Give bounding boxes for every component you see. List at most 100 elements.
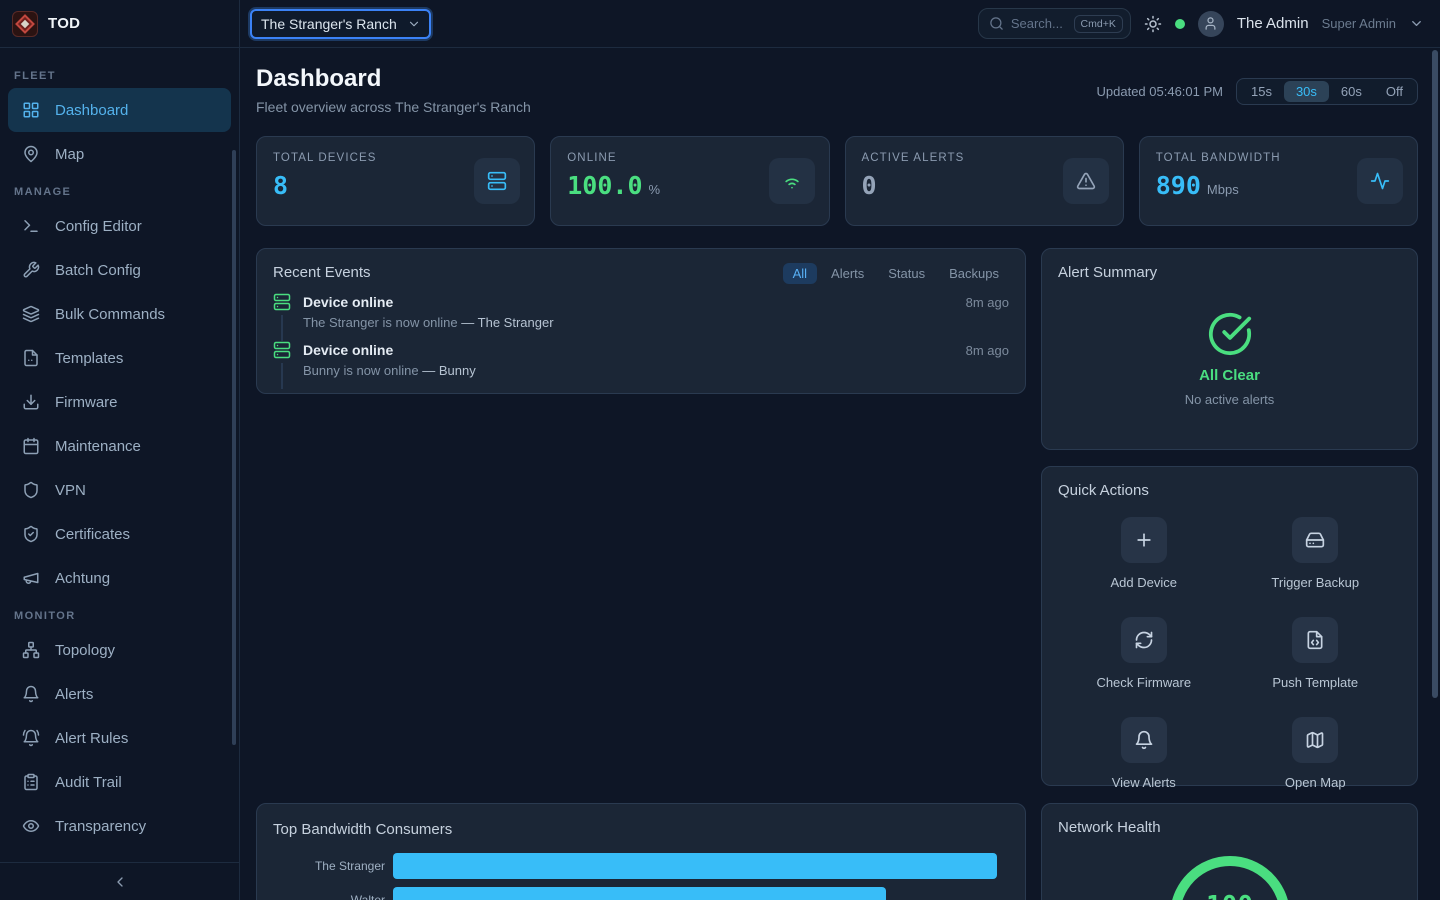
page-scrollbar-thumb[interactable]: [1432, 50, 1438, 698]
sidebar-item-audit-trail[interactable]: Audit Trail: [8, 760, 231, 804]
sidebar-item-achtung[interactable]: Achtung: [8, 556, 231, 600]
updated-timestamp: Updated 05:46:01 PM: [1097, 84, 1223, 99]
page-subtitle: Fleet overview across The Stranger's Ran…: [256, 98, 531, 116]
quick-actions-title: Quick Actions: [1058, 481, 1401, 501]
refresh-60s-button[interactable]: 60s: [1329, 81, 1374, 102]
sidebar-item-config-editor[interactable]: Config Editor: [8, 204, 231, 248]
check-firmware-button[interactable]: Check Firmware: [1096, 617, 1191, 690]
user-menu-chevron-down-icon[interactable]: [1409, 16, 1424, 31]
hard-drive-icon: [1292, 517, 1338, 563]
sidebar-item-map[interactable]: Map: [8, 132, 231, 176]
event-title: Device online: [303, 341, 393, 359]
sidebar-collapse-button[interactable]: [0, 862, 239, 900]
bandwidth-bar-track: [393, 887, 1009, 900]
sidebar-section-manage: MANAGE: [14, 186, 225, 198]
trigger-backup-button[interactable]: Trigger Backup: [1271, 517, 1359, 590]
bandwidth-device-label: Walter: [273, 893, 385, 900]
top-bar-main: The Stranger's Ranch Cmd+K The Admin Sup…: [240, 0, 1440, 47]
topology-icon: [22, 641, 40, 659]
activity-icon: [1357, 158, 1403, 204]
network-health-panel: Network Health 100: [1041, 803, 1418, 900]
user-role: Super Admin: [1322, 16, 1396, 31]
alert-status: All Clear: [1199, 367, 1260, 384]
event-time: 8m ago: [966, 295, 1009, 310]
sidebar-item-firmware[interactable]: Firmware: [8, 380, 231, 424]
sidebar-item-alerts[interactable]: Alerts: [8, 672, 231, 716]
server-icon: [273, 341, 291, 359]
view-alerts-button[interactable]: View Alerts: [1112, 717, 1176, 790]
search-icon: [989, 16, 1004, 31]
sidebar-item-maintenance[interactable]: Maintenance: [8, 424, 231, 468]
tod-logo-icon: [12, 11, 38, 37]
add-device-button[interactable]: Add Device: [1111, 517, 1177, 590]
event-message: The Stranger is now online: [303, 315, 458, 330]
file-icon: [22, 349, 40, 367]
sidebar-section-monitor: MONITOR: [14, 610, 225, 622]
sidebar-item-label: Audit Trail: [55, 774, 122, 791]
user-avatar[interactable]: [1198, 11, 1224, 37]
sidebar-item-label: Certificates: [55, 526, 130, 543]
sidebar-item-transparency[interactable]: Transparency: [8, 804, 231, 848]
sidebar-item-label: Achtung: [55, 570, 110, 587]
bandwidth-bar-track: [393, 853, 1009, 879]
chevron-left-icon: [112, 874, 128, 890]
online-status-dot: [1175, 19, 1185, 29]
stat-unit: Mbps: [1207, 182, 1239, 197]
sidebar-item-vpn[interactable]: VPN: [8, 468, 231, 512]
sidebar-item-bulk-commands[interactable]: Bulk Commands: [8, 292, 231, 336]
top-bandwidth-panel: Top Bandwidth Consumers The StrangerWalt…: [256, 803, 1026, 900]
event-time: 8m ago: [966, 343, 1009, 358]
bandwidth-bar: [393, 887, 886, 900]
event-title: Device online: [303, 293, 393, 311]
sidebar-item-topology[interactable]: Topology: [8, 628, 231, 672]
refresh-off-button[interactable]: Off: [1374, 81, 1415, 102]
sidebar-item-templates[interactable]: Templates: [8, 336, 231, 380]
stat-card-total-bandwidth: TOTAL BANDWIDTH 890 Mbps: [1139, 136, 1418, 226]
search-box[interactable]: Cmd+K: [978, 8, 1131, 39]
stat-value: 890: [1156, 172, 1201, 200]
sidebar-item-alert-rules[interactable]: Alert Rules: [8, 716, 231, 760]
network-health-title: Network Health: [1058, 818, 1401, 838]
refresh-icon: [1121, 617, 1167, 663]
shield-check-icon: [22, 525, 40, 543]
sidebar-item-label: Map: [55, 146, 84, 163]
sidebar-item-batch-config[interactable]: Batch Config: [8, 248, 231, 292]
sidebar-section-fleet: FLEET: [14, 70, 225, 82]
tab-backups[interactable]: Backups: [939, 263, 1009, 284]
open-map-button[interactable]: Open Map: [1285, 717, 1346, 790]
sidebar-item-label: Alerts: [55, 686, 93, 703]
theme-toggle-sun-icon[interactable]: [1144, 15, 1162, 33]
sidebar-item-label: Firmware: [55, 394, 118, 411]
main-content: Dashboard Fleet overview across The Stra…: [240, 48, 1440, 900]
site-selector[interactable]: The Stranger's Ranch: [250, 9, 431, 39]
event-message: Bunny is now online: [303, 363, 419, 378]
tab-status[interactable]: Status: [878, 263, 935, 284]
bandwidth-rows: The Stranger Walter: [273, 853, 1009, 900]
bandwidth-device-label: The Stranger: [273, 859, 385, 873]
tab-alerts[interactable]: Alerts: [821, 263, 874, 284]
brand-name: TOD: [48, 15, 80, 32]
refresh-15s-button[interactable]: 15s: [1239, 81, 1284, 102]
search-input[interactable]: [1011, 16, 1067, 31]
sidebar-item-certificates[interactable]: Certificates: [8, 512, 231, 556]
user-name: The Admin: [1237, 15, 1309, 32]
event-row: Device online 8m ago The Stranger is now…: [273, 293, 1009, 341]
calendar-icon: [22, 437, 40, 455]
layout-grid-icon: [22, 101, 40, 119]
brand[interactable]: TOD: [0, 0, 240, 47]
tab-all[interactable]: All: [783, 263, 817, 284]
refresh-30s-button[interactable]: 30s: [1284, 81, 1329, 102]
server-icon: [273, 293, 291, 311]
page-title: Dashboard: [256, 66, 531, 92]
refresh-interval-group: 15s 30s 60s Off: [1236, 78, 1418, 105]
sidebar-item-dashboard[interactable]: Dashboard: [8, 88, 231, 132]
alert-detail: No active alerts: [1185, 392, 1275, 407]
bell-ring-icon: [22, 729, 40, 747]
timeline-connector: [281, 363, 283, 389]
eye-icon: [22, 817, 40, 835]
sidebar-scrollbar-thumb[interactable]: [232, 150, 236, 745]
stat-card-online: ONLINE 100.0 %: [550, 136, 829, 226]
search-shortcut-badge: Cmd+K: [1074, 15, 1123, 33]
push-template-button[interactable]: Push Template: [1272, 617, 1358, 690]
stat-value: 0: [862, 172, 877, 200]
